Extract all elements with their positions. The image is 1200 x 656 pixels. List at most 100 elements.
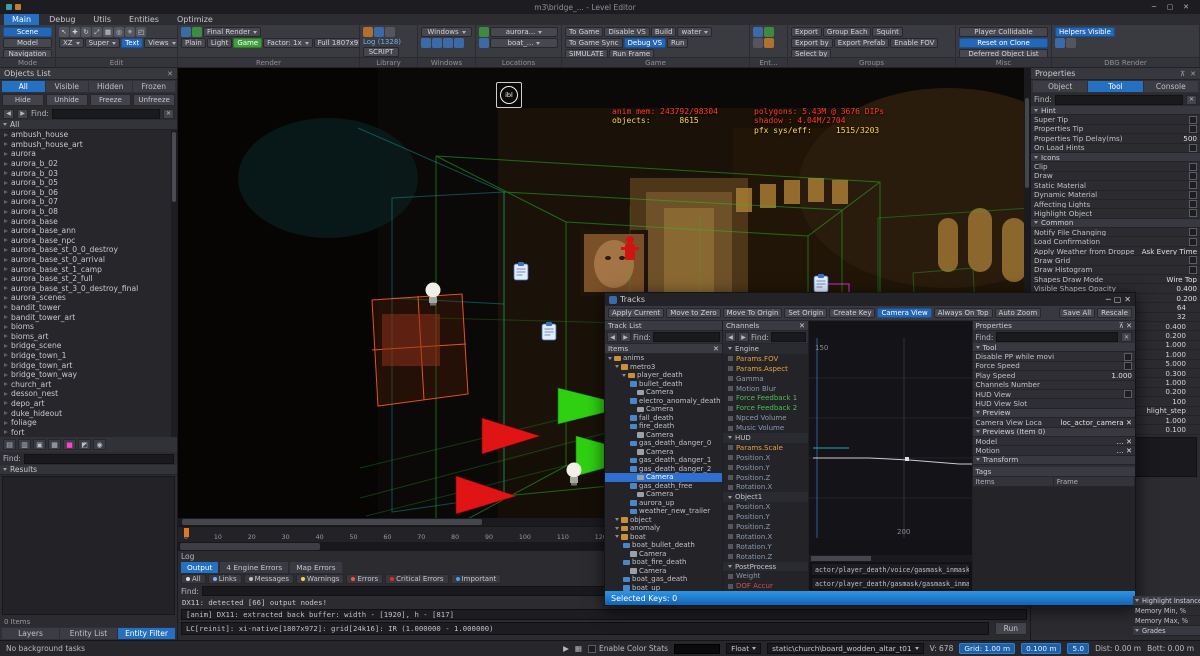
track-tree-item[interactable]: Camera <box>605 448 722 457</box>
objects-find-input[interactable] <box>52 109 160 119</box>
channel-item[interactable]: Position.Y <box>723 512 808 522</box>
build-button[interactable]: Build <box>651 27 677 37</box>
properties-tab[interactable]: Object <box>1033 81 1087 92</box>
tracks-toolbar-button[interactable]: Auto Zoom <box>995 308 1042 318</box>
tracks-property-row[interactable]: HUD View Slot <box>973 399 1136 408</box>
log-filter-chip[interactable]: Messages <box>244 574 294 584</box>
track-tree-item[interactable]: Camera <box>605 473 722 482</box>
color-swatch[interactable]: ■ <box>63 439 76 450</box>
track-tree-item[interactable]: object <box>605 516 722 525</box>
dbg-icon[interactable] <box>1055 38 1065 48</box>
library-icon-2[interactable] <box>374 27 384 37</box>
property-row[interactable]: On Load Hints <box>1031 144 1200 153</box>
property-row[interactable]: Common <box>1031 219 1200 228</box>
edit-tool-icon[interactable]: ↻ <box>81 27 91 37</box>
export-button[interactable]: Export <box>791 27 822 37</box>
track-tree-item[interactable]: metro3 <box>605 363 722 372</box>
log-filter-chip[interactable]: Warnings <box>296 574 344 584</box>
axis-xz-dropdown[interactable]: XZ <box>59 38 84 48</box>
disable-vs-button[interactable]: Disable VS <box>604 27 649 37</box>
tracks-property-row[interactable]: Tool <box>973 343 1136 352</box>
tracks-property-row[interactable]: Transform <box>973 456 1136 465</box>
close-icon[interactable]: ✕ <box>1190 70 1196 78</box>
tracks-toolbar-button[interactable]: Move to Zero <box>666 308 720 318</box>
channel-item[interactable]: Engine <box>723 344 808 354</box>
tracks-property-row[interactable]: Play Speed1.000 <box>973 371 1136 380</box>
objects-action-button[interactable]: Unfreeze <box>133 94 175 106</box>
objects-list-item[interactable]: ambush_house_art <box>0 140 177 150</box>
objects-list-item[interactable]: bridge_town_art <box>0 360 177 370</box>
tracks-property-row[interactable]: Camera View Localoc_actor_camera ✕ <box>973 418 1136 427</box>
objects-list-item[interactable]: aurora_b_08 <box>0 207 177 217</box>
back-icon[interactable]: ◀ <box>725 332 736 342</box>
edit-tool-icon[interactable]: ◰ <box>136 27 146 37</box>
track-tree-item[interactable]: boat_bullet_death <box>605 541 722 550</box>
log-filter-chip[interactable]: Important <box>451 574 502 584</box>
property-row[interactable]: Properties Tip Delay(ms)500 <box>1031 134 1200 143</box>
objects-list-item[interactable]: fort <box>0 427 177 437</box>
property-row[interactable]: Affecting Lights <box>1031 200 1200 209</box>
views-dropdown[interactable]: Views <box>144 38 177 48</box>
close-button[interactable]: ✕ <box>1178 3 1194 11</box>
clip-item[interactable]: actor/player_death/gasmask/gasmask_inmas… <box>811 577 970 590</box>
tracks-toolbar-button[interactable]: Create Key <box>829 308 875 318</box>
script-button[interactable]: SCRIPT <box>363 47 399 57</box>
doc-icon[interactable]: ▤ <box>3 439 16 450</box>
tracks-toolbar-button[interactable]: Always On Top <box>934 308 993 318</box>
layers-icon[interactable]: ▣ <box>33 439 46 450</box>
channel-item[interactable]: Force Feedback 2 <box>723 403 808 413</box>
windows-dropdown[interactable]: Windows <box>421 27 472 37</box>
track-tree-item[interactable]: bullet_death <box>605 380 722 389</box>
menu-item[interactable]: Debug <box>41 14 83 25</box>
objects-list-item[interactable]: aurora <box>0 149 177 159</box>
property-row[interactable]: Shapes Draw ModeWire Top <box>1031 275 1200 284</box>
channel-item[interactable]: Gamma <box>723 374 808 384</box>
helpers-visible-button[interactable]: Helpers Visible <box>1055 27 1115 37</box>
menu-item[interactable]: Main <box>4 14 39 25</box>
channel-item[interactable]: Params.Scale <box>723 443 808 453</box>
grid-size-chip[interactable]: Grid: 1.00 m <box>959 643 1015 654</box>
objects-list-item[interactable]: aurora_base_st_1_camp <box>0 264 177 274</box>
tracks-toolbar-right-button[interactable]: Save All <box>1059 308 1095 318</box>
objects-list-item[interactable]: bandit_tower_art <box>0 312 177 322</box>
property-row[interactable]: Clip <box>1031 162 1200 171</box>
render-light-button[interactable]: Light <box>207 38 232 48</box>
track-tree-item[interactable]: boat_fire_death <box>605 558 722 567</box>
run-frame-button[interactable]: Run Frame <box>609 49 654 57</box>
property-row[interactable]: Draw <box>1031 172 1200 181</box>
tracks-toolbar-button[interactable]: Move To Origin <box>723 308 783 318</box>
mode-navigation-button[interactable]: Navigation <box>3 49 52 57</box>
track-tree-item[interactable]: Camera <box>605 388 722 397</box>
clear-find-icon[interactable]: ✕ <box>163 109 174 119</box>
objects-list-item[interactable]: bandit_tower <box>0 303 177 313</box>
objects-list-item[interactable]: foliage <box>0 418 177 428</box>
window-icon-4[interactable] <box>454 38 464 48</box>
properties-find-input[interactable] <box>1055 95 1183 105</box>
export-by-button[interactable]: Export by <box>791 38 833 48</box>
tracks-toolbar-button[interactable]: Apply Current <box>608 308 664 318</box>
ent-icon[interactable] <box>753 27 763 37</box>
edit-tool-icon[interactable]: ⤢ <box>92 27 102 37</box>
clip-item[interactable]: actor/player_death/voice/gasmask_inmask_… <box>811 563 970 576</box>
objects-list-item[interactable]: aurora_base_st_0_arrival <box>0 255 177 265</box>
asset-dropdown[interactable]: static\church\board_wodden_altar_t01 <box>767 643 924 654</box>
factor-dropdown[interactable]: Factor: 1x <box>263 38 312 48</box>
property-row[interactable]: Apply Weather from DroppeAsk Every Time <box>1031 247 1200 256</box>
property-row[interactable]: Static Material <box>1031 181 1200 190</box>
channel-item[interactable]: Rotation.X <box>723 482 808 492</box>
channel-item[interactable]: HUD <box>723 433 808 443</box>
property-row[interactable]: Dynamic Material <box>1031 191 1200 200</box>
track-tree-item[interactable]: gas_death_danger_2 <box>605 465 722 474</box>
edit-tool-icon[interactable]: ▦ <box>103 27 113 37</box>
render-icon[interactable] <box>181 27 191 37</box>
channel-item[interactable]: Weight <box>723 571 808 581</box>
track-tree-item[interactable]: Camera <box>605 550 722 559</box>
channel-item[interactable]: Music Volume <box>723 423 808 433</box>
property-row[interactable]: Hint <box>1031 106 1200 115</box>
curve-editor[interactable]: 150 200 400 <box>809 321 973 555</box>
channel-item[interactable]: Object1 <box>723 492 808 502</box>
track-tree-item[interactable]: weather_new_trailer <box>605 507 722 516</box>
select-by-button[interactable]: Select by <box>791 49 831 57</box>
objects-list-item[interactable]: aurora_base_st_3_0_destroy_final <box>0 284 177 294</box>
super-dropdown[interactable]: Super <box>85 38 121 48</box>
